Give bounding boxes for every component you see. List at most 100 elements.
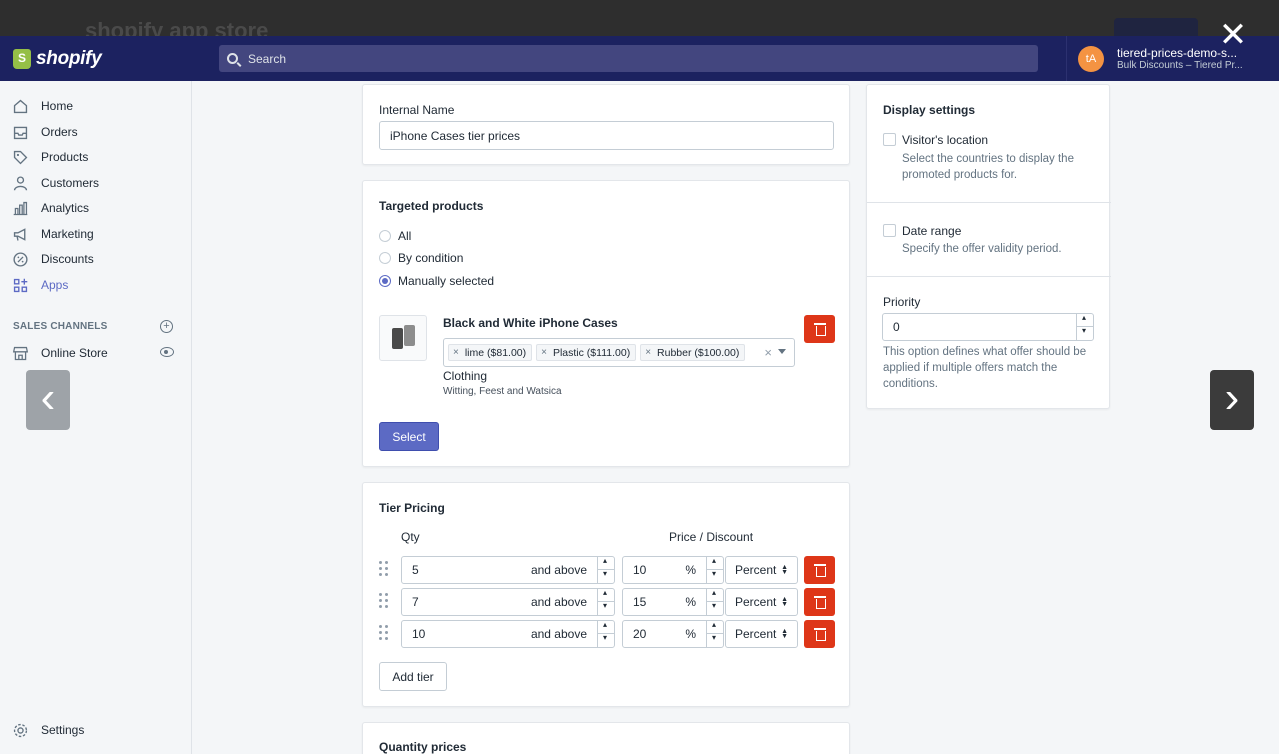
eye-icon[interactable] xyxy=(160,347,174,357)
visitor-location-checkbox[interactable] xyxy=(883,133,896,146)
discount-stepper[interactable] xyxy=(706,620,723,647)
add-tier-button[interactable]: Add tier xyxy=(379,662,447,691)
remove-tag-icon[interactable]: × xyxy=(541,347,547,358)
previous-arrow-icon[interactable]: ‹ xyxy=(26,370,70,430)
priority-input[interactable]: 0 xyxy=(882,313,1094,341)
sidebar-item-online-store[interactable]: Online Store xyxy=(12,343,108,363)
variant-tag-label: Rubber ($100.00) xyxy=(657,346,740,359)
discount-type-select[interactable]: Percent ▲ ▼ xyxy=(725,556,798,584)
discount-input[interactable]: 20 % xyxy=(622,620,724,648)
qty-input[interactable]: 5 and above xyxy=(401,556,615,584)
shopify-logo[interactable]: shopify xyxy=(0,36,192,81)
radio-by-condition[interactable]: By condition xyxy=(379,251,463,265)
store-icon xyxy=(12,346,29,360)
tier-pricing-heading: Tier Pricing xyxy=(379,501,445,515)
discount-value: 20 xyxy=(633,627,647,641)
discount-stepper[interactable] xyxy=(706,556,723,583)
qty-input[interactable]: 7 and above xyxy=(401,588,615,616)
close-icon[interactable]: ✕ xyxy=(1218,18,1248,52)
trash-icon xyxy=(813,628,826,641)
sidebar-item-products[interactable]: Products xyxy=(12,147,88,167)
person-icon xyxy=(13,175,28,190)
discount-input[interactable]: 10 % xyxy=(622,556,724,584)
divider xyxy=(867,276,1111,277)
drag-handle-icon[interactable] xyxy=(379,561,389,579)
trash-icon xyxy=(813,564,826,577)
radio-circle[interactable] xyxy=(379,230,391,242)
select-products-button[interactable]: Select xyxy=(379,422,439,451)
quantity-prices-heading: Quantity prices xyxy=(379,740,467,754)
radio-label: Manually selected xyxy=(398,274,495,288)
variant-tag[interactable]: × lime ($81.00) xyxy=(448,344,533,361)
remove-tier-button[interactable] xyxy=(804,588,835,616)
qty-stepper[interactable] xyxy=(597,588,614,615)
trash-icon xyxy=(813,323,826,336)
discount-type-select[interactable]: Percent ▲ ▼ xyxy=(725,588,798,616)
qty-value: 5 xyxy=(412,563,419,577)
sidebar-item-analytics[interactable]: Analytics xyxy=(12,198,89,218)
discount-type-value: Percent xyxy=(735,563,777,577)
discount-input[interactable]: 15 % xyxy=(622,588,724,616)
price-discount-column-header: Price / Discount xyxy=(669,530,754,544)
product-type: Clothing xyxy=(443,369,488,383)
tier-row: 10 and above 20 % Percent ▲▼ xyxy=(379,620,835,648)
phone-case-image-a xyxy=(392,328,403,349)
search-bar[interactable] xyxy=(219,45,1038,72)
sidebar-item-discounts[interactable]: Discounts xyxy=(12,249,94,269)
internal-name-label: Internal Name xyxy=(379,103,455,117)
percent-suffix: % xyxy=(685,563,696,577)
date-range-checkbox[interactable] xyxy=(883,224,896,237)
remove-tag-icon[interactable]: × xyxy=(645,347,651,358)
brand-wordmark: shopify xyxy=(36,47,102,69)
variant-tag[interactable]: × Rubber ($100.00) xyxy=(640,344,746,361)
sidebar-item-apps[interactable]: Apps xyxy=(12,275,68,295)
background-app-store-strip: shopify app store xyxy=(0,0,1279,36)
date-range-label: Date range xyxy=(902,224,962,238)
qty-input[interactable]: 10 and above xyxy=(401,620,615,648)
remove-product-button[interactable] xyxy=(804,315,835,343)
internal-name-input[interactable]: iPhone Cases tier prices xyxy=(379,121,834,150)
sidebar-item-label: Analytics xyxy=(41,201,90,215)
select-arrows-icon: ▲ ▼ xyxy=(781,628,788,640)
product-title: Black and White iPhone Cases xyxy=(443,316,618,330)
qty-stepper[interactable] xyxy=(597,620,614,647)
sidebar-item-label: Discounts xyxy=(41,252,94,266)
radio-circle[interactable] xyxy=(379,252,391,264)
remove-tag-icon[interactable]: × xyxy=(453,347,459,358)
remove-tier-button[interactable] xyxy=(804,620,835,648)
sidebar-item-customers[interactable]: Customers xyxy=(12,173,99,193)
remove-tier-button[interactable] xyxy=(804,556,835,584)
sidebar-item-marketing[interactable]: Marketing xyxy=(12,224,94,244)
percent-suffix: % xyxy=(685,595,696,609)
next-arrow-icon[interactable]: › xyxy=(1210,370,1254,430)
discount-value: 10 xyxy=(633,563,647,577)
sidebar-item-label: Orders xyxy=(41,125,78,139)
radio-manually-selected[interactable]: Manually selected xyxy=(379,274,494,288)
sidebar-item-orders[interactable]: Orders xyxy=(12,122,78,142)
discount-stepper[interactable] xyxy=(706,588,723,615)
drag-handle-icon[interactable] xyxy=(379,625,389,643)
sales-channels-heading: SALES CHANNELS xyxy=(13,321,108,332)
discount-type-select[interactable]: Percent ▲ ▼ xyxy=(725,620,798,648)
percent-suffix: % xyxy=(685,627,696,641)
chevron-down-icon[interactable] xyxy=(778,349,786,354)
orders-icon xyxy=(13,126,28,139)
apps-icon xyxy=(13,278,28,292)
radio-all[interactable]: All xyxy=(379,229,411,243)
add-channel-icon[interactable]: + xyxy=(160,320,173,333)
qty-stepper[interactable] xyxy=(597,556,614,583)
priority-label: Priority xyxy=(883,295,921,309)
tier-row: 7 and above 15 % Percent ▲▼ xyxy=(379,588,835,616)
radio-circle-selected[interactable] xyxy=(379,275,391,287)
sidebar-item-settings[interactable]: Settings xyxy=(12,720,84,740)
priority-stepper[interactable] xyxy=(1076,313,1093,340)
variant-tag[interactable]: × Plastic ($111.00) xyxy=(536,344,637,361)
clear-icon[interactable]: × xyxy=(764,345,772,360)
search-input[interactable] xyxy=(248,51,948,66)
drag-handle-icon[interactable] xyxy=(379,593,389,611)
discount-icon xyxy=(13,251,28,267)
variant-select[interactable]: × lime ($81.00) × Plastic ($111.00) × Rubbe… xyxy=(443,338,795,367)
radio-label: All xyxy=(398,229,412,243)
sidebar-item-home[interactable]: Home xyxy=(12,96,73,116)
qty-value: 10 xyxy=(412,627,426,641)
